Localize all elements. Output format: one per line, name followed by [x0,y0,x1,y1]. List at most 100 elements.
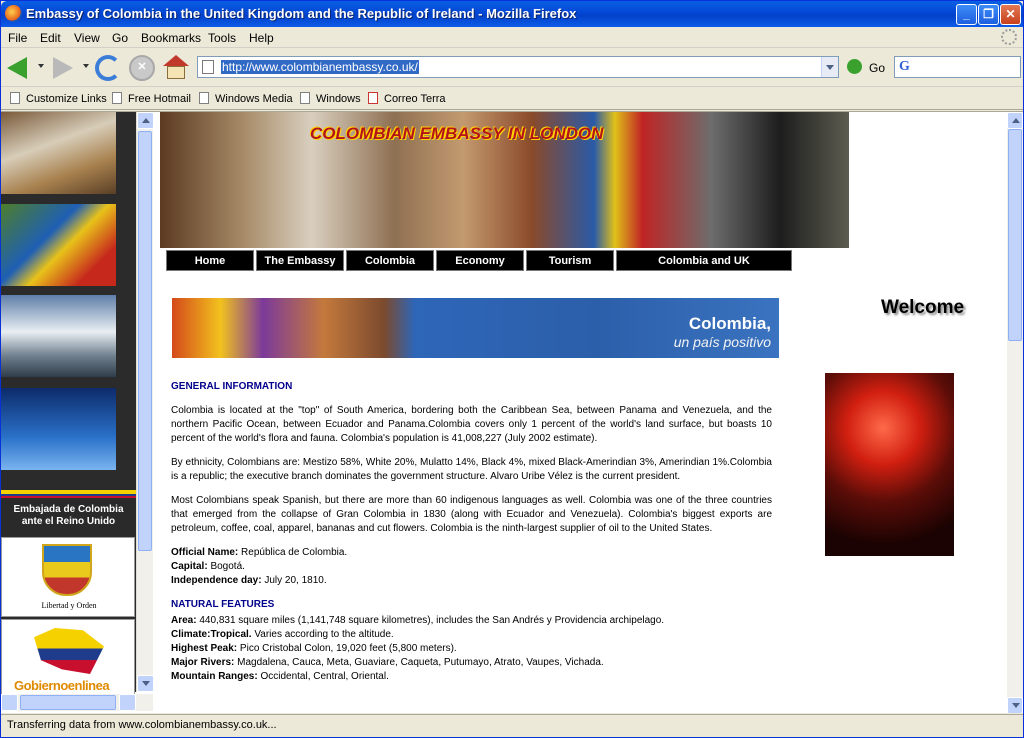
page-content: Embajada de Colombia ante el Reino Unido… [1,111,1023,713]
google-icon[interactable]: G [899,59,910,75]
welcome-heading: Welcome [881,297,965,318]
scroll-thumb[interactable] [138,131,152,551]
nav-colombia[interactable]: Colombia [346,250,434,271]
back-arrow-icon[interactable] [7,57,27,79]
embassy-label-line1: Embajada de Colombia [13,504,124,515]
bookmark-windows-media[interactable]: Windows Media [199,92,293,105]
fact-highest-peak: Highest Peak: Pico Cristobal Colon, 19,0… [171,643,457,654]
page-icon [300,92,310,104]
facts-general: Official Name: República de Colombia. Ca… [171,546,772,588]
scroll-right-button[interactable] [119,694,136,711]
bookmarks-toolbar: Customize Links Free Hotmail Windows Med… [1,88,1023,110]
scroll-thumb[interactable] [20,695,116,710]
forward-dropdown-icon[interactable] [83,64,89,68]
nav-tourism[interactable]: Tourism [526,250,614,271]
home-icon[interactable] [163,55,189,81]
fact-capital: Capital: Bogotá. [171,561,245,572]
menu-tools[interactable]: Tools [208,31,236,45]
window-title: Embassy of Colombia in the United Kingdo… [26,6,577,21]
facts-natural: Area: 440,831 square miles (1,141,748 sq… [171,614,772,684]
paragraph-location: Colombia is located at the "top" of Sout… [171,405,772,444]
close-button[interactable]: ✕ [1000,4,1021,25]
url-text[interactable]: http://www.colombianembassy.co.uk/ [221,60,419,74]
scroll-up-button[interactable] [1007,112,1023,129]
go-label: Go [869,61,886,75]
navigation-toolbar: ✕ http://www.colombianembassy.co.uk/ Go … [1,49,1023,87]
coat-of-arms-icon [42,544,92,596]
gobierno-en-linea-link[interactable]: Gobiernoenlinea [1,619,135,695]
menu-bookmarks[interactable]: Bookmarks [141,31,201,45]
colonial-town-photo [1,112,116,194]
page-icon [202,60,214,74]
nav-colombia-and-uk[interactable]: Colombia and UK [616,250,792,271]
paragraph-languages: Most Colombians speak Spanish, but there… [171,495,772,534]
url-bar[interactable]: http://www.colombianembassy.co.uk/ [197,56,839,78]
menu-go[interactable]: Go [112,31,128,45]
header-banner: COLOMBIAN EMBASSY IN LONDON [160,112,849,248]
embassy-label-line2: ante el Reino Unido [21,516,116,527]
scroll-thumb[interactable] [1008,129,1022,341]
left-image-column: Embajada de Colombia ante el Reino Unido… [1,112,136,695]
scroll-down-button[interactable] [1007,697,1023,713]
fact-climate: Climate:Tropical. Varies according to th… [171,629,394,640]
status-text: Transferring data from www.colombianemba… [7,719,277,731]
page-icon [199,92,209,104]
bookmark-windows[interactable]: Windows [300,92,361,105]
menu-file[interactable]: File [8,31,27,45]
banner-title: COLOMBIAN EMBASSY IN LONDON [310,124,604,143]
coat-of-arms-link[interactable]: Libertad y Orden [1,537,135,617]
scroll-down-button[interactable] [137,675,154,692]
colombia-map-icon [34,628,104,674]
gobierno-en-linea-logo-text: Gobiernoenlinea [14,678,110,693]
menu-bar: File Edit View Go Bookmarks Tools Help [1,28,1023,48]
left-vertical-scrollbar[interactable] [136,112,154,692]
back-dropdown-icon[interactable] [38,64,44,68]
flag-strip [1,490,136,498]
colombia-banner-line2: un país positivo [673,334,771,350]
bookmark-customize-links[interactable]: Customize Links [10,92,107,105]
bookmark-correo-terra[interactable]: Correo Terra [368,92,446,105]
snowy-mountains-photo [1,295,116,377]
fact-mountain-ranges: Mountain Ranges: Occidental, Central, Or… [171,671,389,682]
go-button[interactable]: Go [847,59,887,77]
throbber-icon [1001,29,1017,45]
minimize-button[interactable]: _ [956,4,977,25]
page-icon [112,92,122,104]
menu-view[interactable]: View [74,31,100,45]
nav-economy[interactable]: Economy [436,250,524,271]
rose-image [825,373,954,556]
stop-icon[interactable]: ✕ [129,55,155,81]
paragraph-ethnicity: By ethnicity, Colombians are: Mestizo 58… [171,457,772,482]
menu-edit[interactable]: Edit [40,31,61,45]
chevron-down-icon [826,65,834,70]
search-input[interactable]: G [894,56,1021,78]
maximize-button[interactable]: ❐ [978,4,999,25]
nav-home[interactable]: Home [166,250,254,271]
scroll-left-button[interactable] [1,694,18,711]
heading-general-information: GENERAL INFORMATION [171,381,293,392]
heading-natural-features: NATURAL FEATURES [171,599,275,610]
refinery-photo [1,388,116,470]
fact-major-rivers: Major Rivers: Magdalena, Cauca, Meta, Gu… [171,657,604,668]
menu-help[interactable]: Help [249,31,274,45]
scroll-up-button[interactable] [137,112,154,129]
colombia-positive-banner: Colombia, un país positivo [172,298,779,358]
browser-window: Embassy of Colombia in the United Kingdo… [0,0,1024,738]
reload-icon[interactable] [95,55,121,81]
coat-of-arms-caption: Libertad y Orden [41,601,97,610]
main-nav: Home The Embassy Colombia Economy Touris… [166,250,792,271]
left-horizontal-scrollbar[interactable] [1,694,153,711]
main-vertical-scrollbar[interactable] [1007,112,1023,713]
main-frame: COLOMBIAN EMBASSY IN LONDON Home The Emb… [154,112,1007,713]
nav-the-embassy[interactable]: The Embassy [256,250,344,271]
fact-official-name: Official Name: República de Colombia. [171,547,348,558]
macaws-photo [1,204,116,286]
forward-arrow-icon[interactable] [53,57,73,79]
fact-area: Area: 440,831 square miles (1,141,748 sq… [171,615,665,626]
url-dropdown-button[interactable] [821,57,838,77]
terra-icon [368,92,378,104]
article: GENERAL INFORMATION Colombia is located … [171,380,772,684]
bookmark-free-hotmail[interactable]: Free Hotmail [112,92,191,105]
firefox-icon [5,5,22,22]
title-bar: Embassy of Colombia in the United Kingdo… [1,1,1023,27]
